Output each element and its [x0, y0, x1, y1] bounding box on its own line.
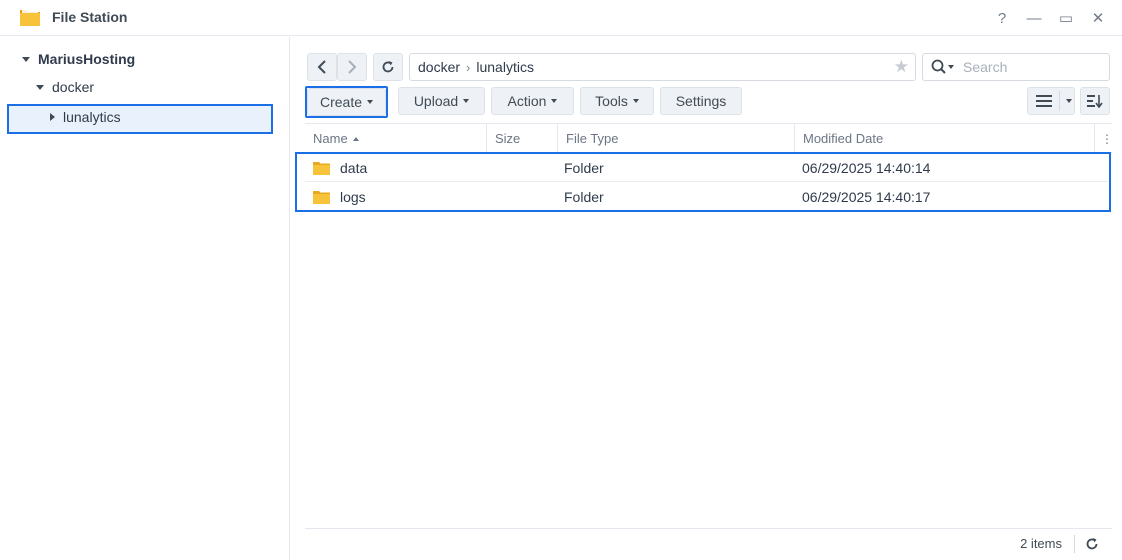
collapsed-arrow-icon[interactable]	[50, 113, 55, 121]
refresh-button[interactable]	[373, 53, 403, 81]
search-icon[interactable]	[931, 59, 957, 75]
tools-button-label: Tools	[595, 93, 628, 109]
list-view-icon	[1036, 95, 1052, 107]
chevron-right-icon	[348, 60, 357, 74]
path-bar[interactable]: docker › lunalytics ★	[409, 53, 916, 81]
column-header-label: Name	[313, 131, 348, 146]
sidebar-item-docker[interactable]: docker	[36, 73, 94, 101]
tools-button[interactable]: Tools	[580, 87, 654, 115]
upload-button-label: Upload	[413, 93, 459, 109]
window-title: File Station	[52, 9, 128, 25]
settings-button-label: Settings	[675, 93, 727, 109]
sort-button[interactable]	[1080, 87, 1110, 115]
refresh-icon	[382, 61, 394, 73]
item-count: 2 items	[1020, 536, 1062, 551]
action-button-label: Action	[507, 93, 547, 109]
column-header-size[interactable]: Size	[487, 124, 558, 153]
expand-arrow-icon[interactable]	[36, 84, 44, 90]
column-header-label: Size	[495, 131, 521, 146]
chevron-left-icon	[317, 60, 326, 74]
column-options-icon[interactable]: ⋮	[1095, 124, 1113, 153]
path-segment-lunalytics[interactable]: lunalytics	[476, 59, 534, 75]
status-bar: 2 items	[305, 528, 1112, 558]
help-button[interactable]: ?	[990, 6, 1014, 30]
column-header-label: Modified Date	[803, 131, 884, 146]
sort-ascending-icon	[352, 136, 359, 141]
selected-folder-highlight	[7, 104, 273, 134]
dropdown-caret-icon	[463, 99, 470, 103]
column-header-file-type[interactable]: File Type	[558, 124, 795, 153]
rows-highlight	[295, 152, 1111, 212]
view-mode-button[interactable]	[1027, 87, 1075, 115]
path-segment-docker[interactable]: docker	[418, 59, 460, 75]
divider	[1059, 91, 1060, 111]
maximize-button[interactable]: ▭	[1054, 6, 1078, 30]
column-header-label: File Type	[566, 131, 619, 146]
forward-button[interactable]	[337, 53, 367, 81]
create-button-highlight	[305, 86, 388, 118]
title-bar: File Station ? — ▭ ✕	[0, 0, 1122, 36]
back-button[interactable]	[307, 53, 337, 81]
sidebar-item-label: MariusHosting	[38, 51, 136, 67]
dropdown-caret-icon	[551, 99, 558, 103]
file-station-icon	[20, 10, 40, 26]
column-header-modified-date[interactable]: Modified Date	[795, 124, 1095, 153]
sort-icon	[1087, 95, 1103, 108]
close-button[interactable]: ✕	[1086, 6, 1110, 30]
search-box[interactable]	[922, 53, 1110, 81]
divider	[1074, 534, 1075, 553]
sidebar: MariusHosting docker lunalytics	[0, 37, 290, 560]
minimize-button[interactable]: —	[1022, 6, 1046, 30]
settings-button[interactable]: Settings	[660, 87, 742, 115]
path-separator: ›	[466, 59, 471, 75]
expand-arrow-icon[interactable]	[22, 56, 30, 62]
sidebar-item-label: docker	[52, 79, 95, 95]
dropdown-caret-icon[interactable]	[1066, 99, 1072, 103]
star-icon[interactable]: ★	[894, 57, 909, 77]
column-header-name[interactable]: Name	[305, 124, 487, 153]
search-input[interactable]	[963, 59, 1093, 75]
list-header: Name Size File Type Modified Date ⋮	[305, 123, 1113, 153]
sidebar-item-lunalytics[interactable]: lunalytics	[50, 103, 121, 131]
refresh-icon[interactable]	[1085, 537, 1099, 551]
dropdown-caret-icon	[632, 99, 639, 103]
upload-button[interactable]: Upload	[398, 87, 485, 115]
sidebar-item-mariushosting[interactable]: MariusHosting	[22, 45, 135, 73]
action-button[interactable]: Action	[491, 87, 574, 115]
sidebar-item-label: lunalytics	[63, 109, 121, 125]
